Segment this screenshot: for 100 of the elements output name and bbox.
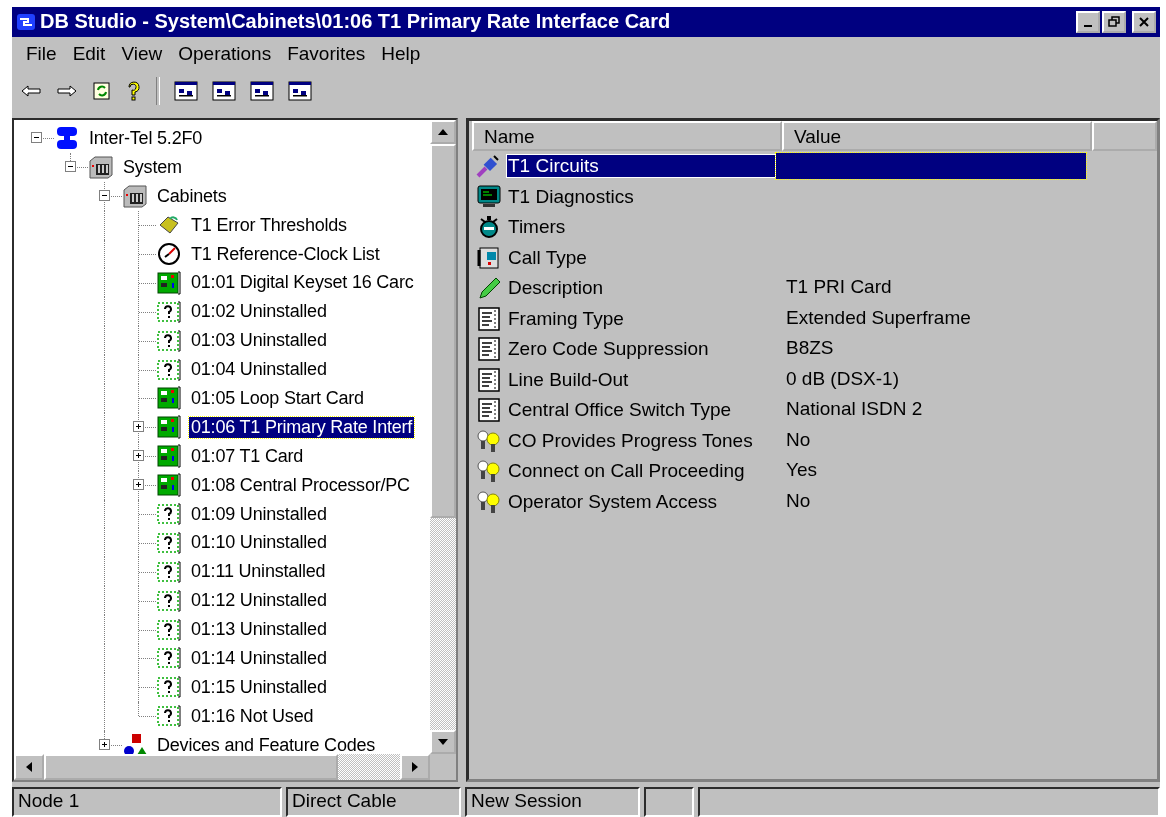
- tree-item[interactable]: 01:16 Not Used: [189, 705, 316, 727]
- property-name[interactable]: Zero Code Suppression: [506, 337, 776, 362]
- shapes-icon: [122, 733, 148, 754]
- expand-toggle[interactable]: [65, 161, 76, 173]
- property-name[interactable]: CO Provides Progress Tones: [506, 428, 776, 453]
- property-name[interactable]: Framing Type: [506, 306, 776, 331]
- property-name[interactable]: T1 Diagnostics: [506, 184, 776, 209]
- details-view-icon[interactable]: [288, 81, 312, 102]
- menu-item[interactable]: Favorites: [281, 40, 372, 67]
- property-value: National ISDN 2: [785, 397, 924, 422]
- property-name[interactable]: Description: [506, 276, 776, 301]
- expand-toggle[interactable]: [99, 190, 110, 202]
- close-icon: [1138, 15, 1150, 28]
- tree-item[interactable]: Inter-Tel 5.2F0: [87, 127, 205, 149]
- property-name[interactable]: T1 Circuits: [506, 154, 776, 179]
- right-arrow-icon: [412, 762, 418, 772]
- expand-toggle[interactable]: [133, 450, 144, 462]
- scroll-down-button[interactable]: [430, 730, 456, 754]
- tree-item[interactable]: 01:14 Uninstalled: [189, 647, 329, 669]
- tree-item[interactable]: 01:15 Uninstalled: [189, 676, 329, 698]
- menu-item[interactable]: Operations: [172, 40, 278, 67]
- tree-item[interactable]: 01:07 T1 Card: [189, 445, 306, 467]
- property-name[interactable]: Operator System Access: [506, 489, 776, 514]
- tree-item[interactable]: T1 Error Thresholds: [189, 214, 349, 236]
- unknown-card-icon: [156, 675, 182, 700]
- tree-item[interactable]: Devices and Feature Codes: [155, 734, 378, 754]
- tree-item[interactable]: 01:04 Uninstalled: [189, 359, 329, 381]
- expand-toggle[interactable]: [133, 479, 144, 491]
- tree-item[interactable]: 01:08 Central Processor/PC: [189, 474, 412, 496]
- small-icons-view-icon[interactable]: [212, 81, 236, 102]
- expand-toggle[interactable]: [133, 421, 144, 433]
- document-icon: [476, 306, 502, 331]
- tree-item[interactable]: 01:10 Uninstalled: [189, 532, 329, 554]
- tree-item[interactable]: 01:01 Digital Keyset 16 Carc: [189, 272, 416, 294]
- document-icon: [476, 367, 502, 392]
- tree-item[interactable]: 01:02 Uninstalled: [189, 301, 329, 323]
- column-header[interactable]: Name: [472, 121, 782, 151]
- pen-icon: [476, 276, 502, 301]
- property-name[interactable]: Line Build-Out: [506, 367, 776, 392]
- back-arrow-icon[interactable]: [20, 83, 42, 100]
- property-name[interactable]: Connect on Call Proceeding: [506, 459, 776, 484]
- light-bulbs-icon: [476, 489, 502, 514]
- unknown-card-icon: [156, 588, 182, 613]
- close-button[interactable]: [1132, 10, 1156, 33]
- menu-item[interactable]: Edit: [66, 40, 112, 67]
- tree-item[interactable]: 01:12 Uninstalled: [189, 590, 329, 612]
- tree-item[interactable]: 01:11 Uninstalled: [189, 561, 328, 583]
- vertical-scrollbar[interactable]: [430, 120, 456, 754]
- status-panel: Direct Cable: [286, 787, 461, 817]
- window-title: DB Studio - System\Cabinets\01:06 T1 Primary Rate Interface Card: [40, 10, 672, 34]
- unknown-card-icon: [156, 299, 182, 324]
- property-name[interactable]: Timers: [506, 215, 776, 240]
- document-icon: [476, 337, 502, 362]
- document-icon: [476, 398, 502, 423]
- light-bulbs-icon: [476, 428, 502, 453]
- status-panel: Node 1: [12, 787, 282, 817]
- expand-toggle[interactable]: [31, 132, 42, 144]
- tree-item[interactable]: System: [121, 156, 184, 178]
- scroll-thumb[interactable]: [44, 754, 338, 780]
- tree-item[interactable]: 01:05 Loop Start Card: [189, 387, 366, 409]
- help-icon[interactable]: [126, 80, 142, 103]
- unknown-card-icon: [156, 559, 182, 584]
- column-header[interactable]: Value: [782, 121, 1092, 151]
- status-panel: [644, 787, 694, 817]
- minimize-icon: [1084, 24, 1092, 27]
- scroll-right-button[interactable]: [400, 754, 430, 780]
- scroll-thumb[interactable]: [430, 144, 456, 518]
- property-value: T1 PRI Card: [785, 275, 893, 300]
- unknown-card-icon: [156, 704, 182, 729]
- menu-item[interactable]: View: [115, 40, 169, 67]
- unknown-card-icon: [156, 646, 182, 671]
- tree-item[interactable]: 01:09 Uninstalled: [189, 503, 329, 525]
- circuit-card-icon: [156, 270, 182, 295]
- tree-item[interactable]: Cabinets: [155, 185, 229, 207]
- scroll-up-button[interactable]: [430, 120, 456, 144]
- horizontal-scrollbar[interactable]: [14, 754, 456, 780]
- tree-item[interactable]: 01:06 T1 Primary Rate Interf: [189, 416, 415, 438]
- menu-item[interactable]: Help: [375, 40, 427, 67]
- status-panel: New Session: [465, 787, 640, 817]
- list-view-icon[interactable]: [250, 81, 274, 102]
- tree-item[interactable]: 01:03 Uninstalled: [189, 330, 329, 352]
- circuit-card-icon: [156, 415, 182, 440]
- tree-item[interactable]: 01:13 Uninstalled: [189, 619, 329, 641]
- refresh-icon[interactable]: [92, 81, 112, 102]
- property-name[interactable]: Central Office Switch Type: [506, 398, 776, 423]
- restore-button[interactable]: [1102, 10, 1126, 33]
- minimize-button[interactable]: [1076, 10, 1100, 33]
- property-name[interactable]: Call Type: [506, 245, 776, 270]
- forward-arrow-icon[interactable]: [56, 83, 78, 100]
- circuit-card-icon: [156, 444, 182, 469]
- app-icon: [16, 12, 36, 31]
- property-value: 0 dB (DSX-1): [785, 366, 900, 391]
- property-value: Extended Superframe: [785, 305, 972, 330]
- monitor-icon: [476, 184, 502, 209]
- tree-item[interactable]: T1 Reference-Clock List: [189, 243, 382, 265]
- menu-item[interactable]: File: [20, 40, 63, 67]
- expand-toggle[interactable]: [99, 739, 110, 751]
- property-value: No: [785, 488, 812, 513]
- large-icons-view-icon[interactable]: [174, 81, 198, 102]
- scroll-left-button[interactable]: [14, 754, 44, 780]
